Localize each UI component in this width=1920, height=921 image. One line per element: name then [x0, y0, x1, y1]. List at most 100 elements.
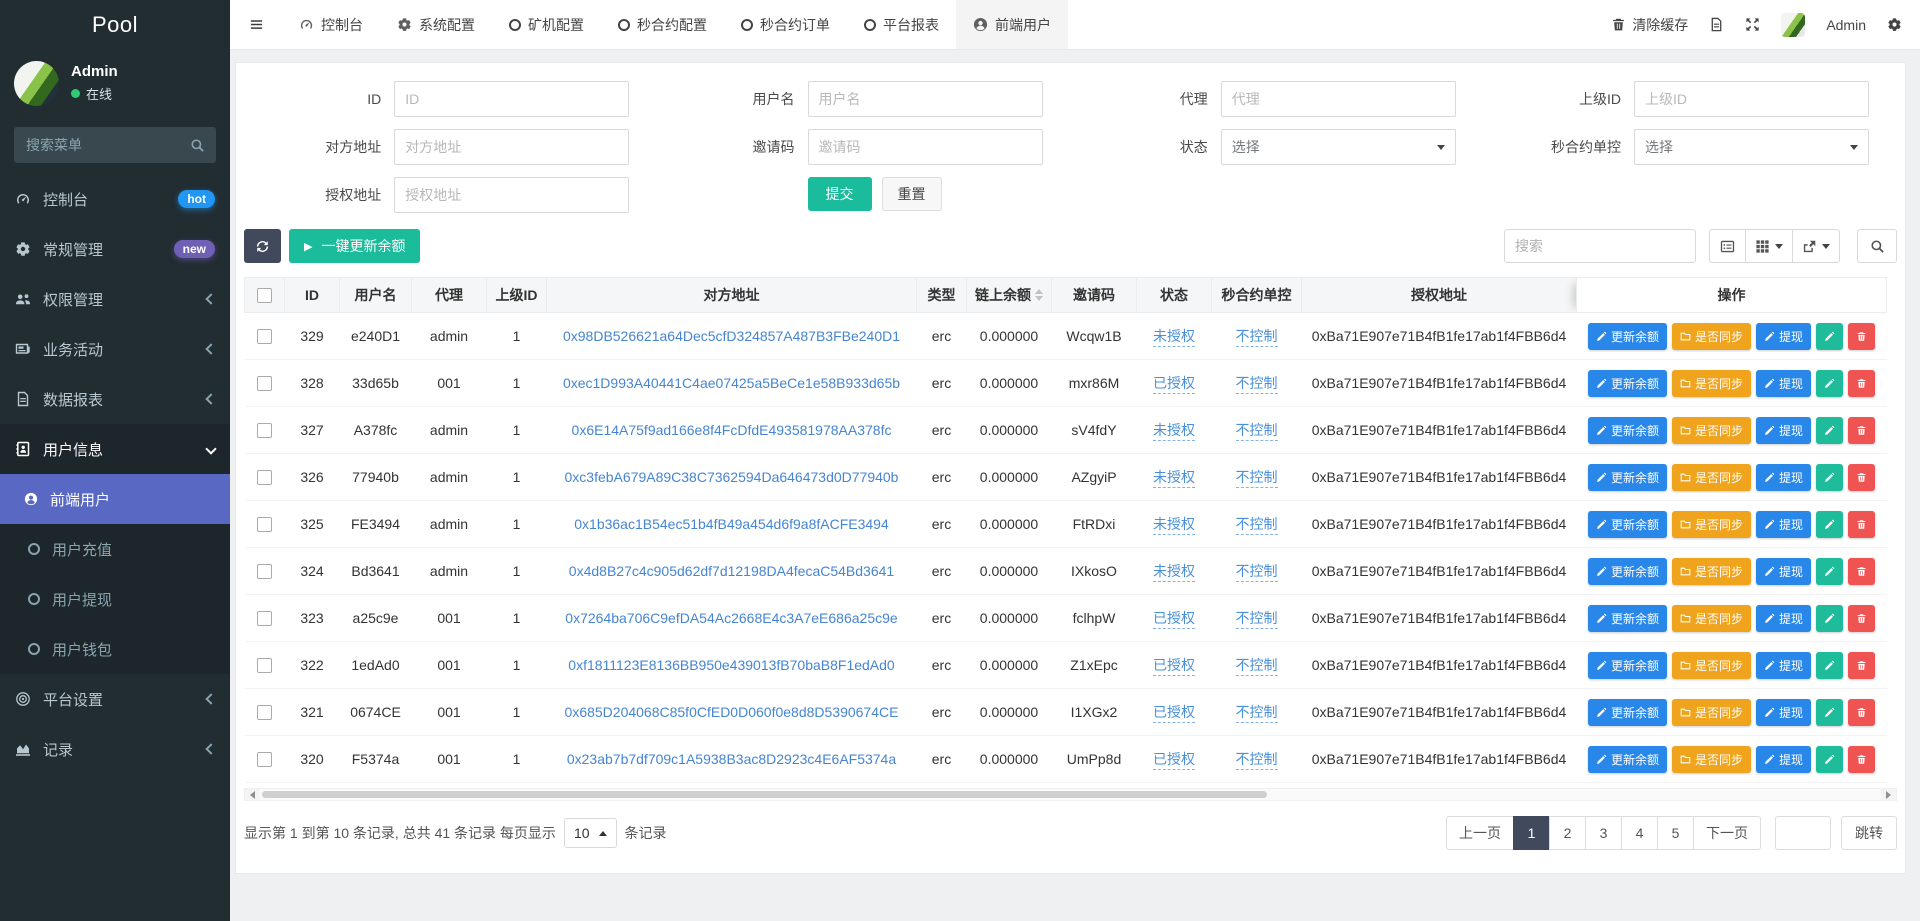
update-balance-button[interactable]: 更新余额	[1588, 699, 1667, 726]
address-link[interactable]: 0x7264ba706C9efDA54Ac2668E4c3A7eE686a25c…	[565, 610, 897, 626]
settings-gear-icon[interactable]	[1887, 17, 1902, 32]
sync-toggle-button[interactable]: 是否同步	[1672, 417, 1751, 444]
refresh-button[interactable]	[244, 229, 281, 263]
next-page-button[interactable]: 下一页	[1693, 816, 1761, 850]
withdraw-button[interactable]: 提现	[1756, 417, 1811, 444]
delete-button[interactable]	[1848, 699, 1875, 726]
row-checkbox[interactable]	[257, 423, 272, 438]
update-balance-button[interactable]: 更新余额	[1588, 558, 1667, 585]
address-link[interactable]: 0xf1811123E8136BB950e439013fB70baB8F1edA…	[568, 657, 894, 673]
menu-search-input[interactable]	[14, 127, 216, 163]
scrollbar-track[interactable]	[260, 789, 1881, 800]
edit-button[interactable]	[1816, 699, 1843, 726]
sidebar-item-records[interactable]: 记录	[0, 724, 230, 774]
row-checkbox[interactable]	[257, 470, 272, 485]
order-control-link[interactable]: 不控制	[1236, 563, 1278, 582]
tab-miner-config[interactable]: 矿机配置	[492, 0, 601, 49]
order-control-link[interactable]: 不控制	[1236, 610, 1278, 629]
edit-button[interactable]	[1816, 464, 1843, 491]
withdraw-button[interactable]: 提现	[1756, 652, 1811, 679]
withdraw-button[interactable]: 提现	[1756, 558, 1811, 585]
edit-button[interactable]	[1816, 323, 1843, 350]
tab-platform-reports[interactable]: 平台报表	[847, 0, 956, 49]
sidebar-item-permissions[interactable]: 权限管理	[0, 274, 230, 324]
delete-button[interactable]	[1848, 652, 1875, 679]
sidebar-item-user-info[interactable]: 用户信息	[0, 424, 230, 474]
tab-dashboard[interactable]: 控制台	[282, 0, 380, 49]
sync-toggle-button[interactable]: 是否同步	[1672, 370, 1751, 397]
withdraw-button[interactable]: 提现	[1756, 464, 1811, 491]
id-field[interactable]	[394, 81, 629, 117]
delete-button[interactable]	[1848, 605, 1875, 632]
sidebar-item-dashboard[interactable]: 控制台 hot	[0, 174, 230, 224]
tab-seconds-contract-orders[interactable]: 秒合约订单	[724, 0, 847, 49]
order-control-link[interactable]: 不控制	[1236, 469, 1278, 488]
update-balance-button[interactable]: 更新余额	[1588, 652, 1667, 679]
update-balance-button[interactable]: 更新余额	[1588, 746, 1667, 773]
withdraw-button[interactable]: 提现	[1756, 699, 1811, 726]
sidebar-item-business[interactable]: 业务活动	[0, 324, 230, 374]
columns-button[interactable]	[1745, 229, 1793, 263]
withdraw-button[interactable]: 提现	[1756, 511, 1811, 538]
sync-toggle-button[interactable]: 是否同步	[1672, 323, 1751, 350]
page-button-4[interactable]: 4	[1621, 816, 1658, 850]
scroll-right-button[interactable]	[1881, 789, 1896, 800]
auth-address-field[interactable]	[394, 177, 629, 213]
agent-field[interactable]	[1221, 81, 1456, 117]
row-checkbox[interactable]	[257, 376, 272, 391]
update-all-balances-button[interactable]: ▶ 一键更新余额	[289, 229, 420, 263]
sidebar-item-user-recharge[interactable]: 用户充值	[0, 524, 230, 574]
sync-toggle-button[interactable]: 是否同步	[1672, 605, 1751, 632]
order-control-link[interactable]: 不控制	[1236, 516, 1278, 535]
edit-button[interactable]	[1816, 558, 1843, 585]
parent-id-field[interactable]	[1634, 81, 1869, 117]
sync-toggle-button[interactable]: 是否同步	[1672, 464, 1751, 491]
status-link[interactable]: 未授权	[1153, 469, 1195, 488]
delete-button[interactable]	[1848, 746, 1875, 773]
delete-button[interactable]	[1848, 417, 1875, 444]
scroll-left-button[interactable]	[245, 789, 260, 800]
address-link[interactable]: 0xec1D993A40441C4ae07425a5BeCe1e58B933d6…	[563, 375, 900, 391]
page-button-3[interactable]: 3	[1585, 816, 1622, 850]
row-checkbox[interactable]	[257, 329, 272, 344]
page-button-5[interactable]: 5	[1657, 816, 1694, 850]
tab-system-config[interactable]: 系统配置	[380, 0, 492, 49]
sidebar-item-front-users[interactable]: 前端用户	[0, 474, 230, 524]
sync-toggle-button[interactable]: 是否同步	[1672, 511, 1751, 538]
fullscreen-icon[interactable]	[1745, 17, 1760, 32]
log-file-icon[interactable]	[1709, 17, 1724, 32]
withdraw-button[interactable]: 提现	[1756, 746, 1811, 773]
per-page-select[interactable]: 10	[564, 818, 617, 848]
horizontal-scrollbar[interactable]	[244, 788, 1897, 801]
status-link[interactable]: 已授权	[1153, 704, 1195, 723]
table-search-input[interactable]	[1504, 229, 1696, 263]
row-checkbox[interactable]	[257, 752, 272, 767]
clear-cache-button[interactable]: 清除缓存	[1611, 15, 1688, 35]
update-balance-button[interactable]: 更新余额	[1588, 323, 1667, 350]
delete-button[interactable]	[1848, 323, 1875, 350]
row-checkbox[interactable]	[257, 658, 272, 673]
update-balance-button[interactable]: 更新余额	[1588, 417, 1667, 444]
status-link[interactable]: 已授权	[1153, 375, 1195, 394]
edit-button[interactable]	[1816, 746, 1843, 773]
page-button-2[interactable]: 2	[1549, 816, 1586, 850]
scrollbar-thumb[interactable]	[262, 791, 1267, 798]
reset-button[interactable]: 重置	[882, 177, 942, 211]
order-control-link[interactable]: 不控制	[1236, 704, 1278, 723]
order-control-link[interactable]: 不控制	[1236, 751, 1278, 770]
order-control-link[interactable]: 不控制	[1236, 328, 1278, 347]
search-button[interactable]	[1857, 229, 1897, 263]
status-link[interactable]: 未授权	[1153, 563, 1195, 582]
sidebar-toggle-button[interactable]	[230, 0, 282, 49]
sidebar-item-user-withdraw[interactable]: 用户提现	[0, 574, 230, 624]
order-control-select[interactable]: 选择	[1634, 129, 1869, 165]
username-field[interactable]	[808, 81, 1043, 117]
invite-code-field[interactable]	[808, 129, 1043, 165]
address-link[interactable]: 0xc3febA679A89C38C7362594Da646473d0D7794…	[565, 469, 899, 485]
status-select[interactable]: 选择	[1221, 129, 1456, 165]
address-link[interactable]: 0x1b36ac1B54ec51b4fB49a454d6f9a8fACFE349…	[574, 516, 888, 532]
jump-page-input[interactable]	[1775, 816, 1831, 850]
sidebar-item-user-wallet[interactable]: 用户钱包	[0, 624, 230, 674]
row-checkbox[interactable]	[257, 611, 272, 626]
update-balance-button[interactable]: 更新余额	[1588, 511, 1667, 538]
